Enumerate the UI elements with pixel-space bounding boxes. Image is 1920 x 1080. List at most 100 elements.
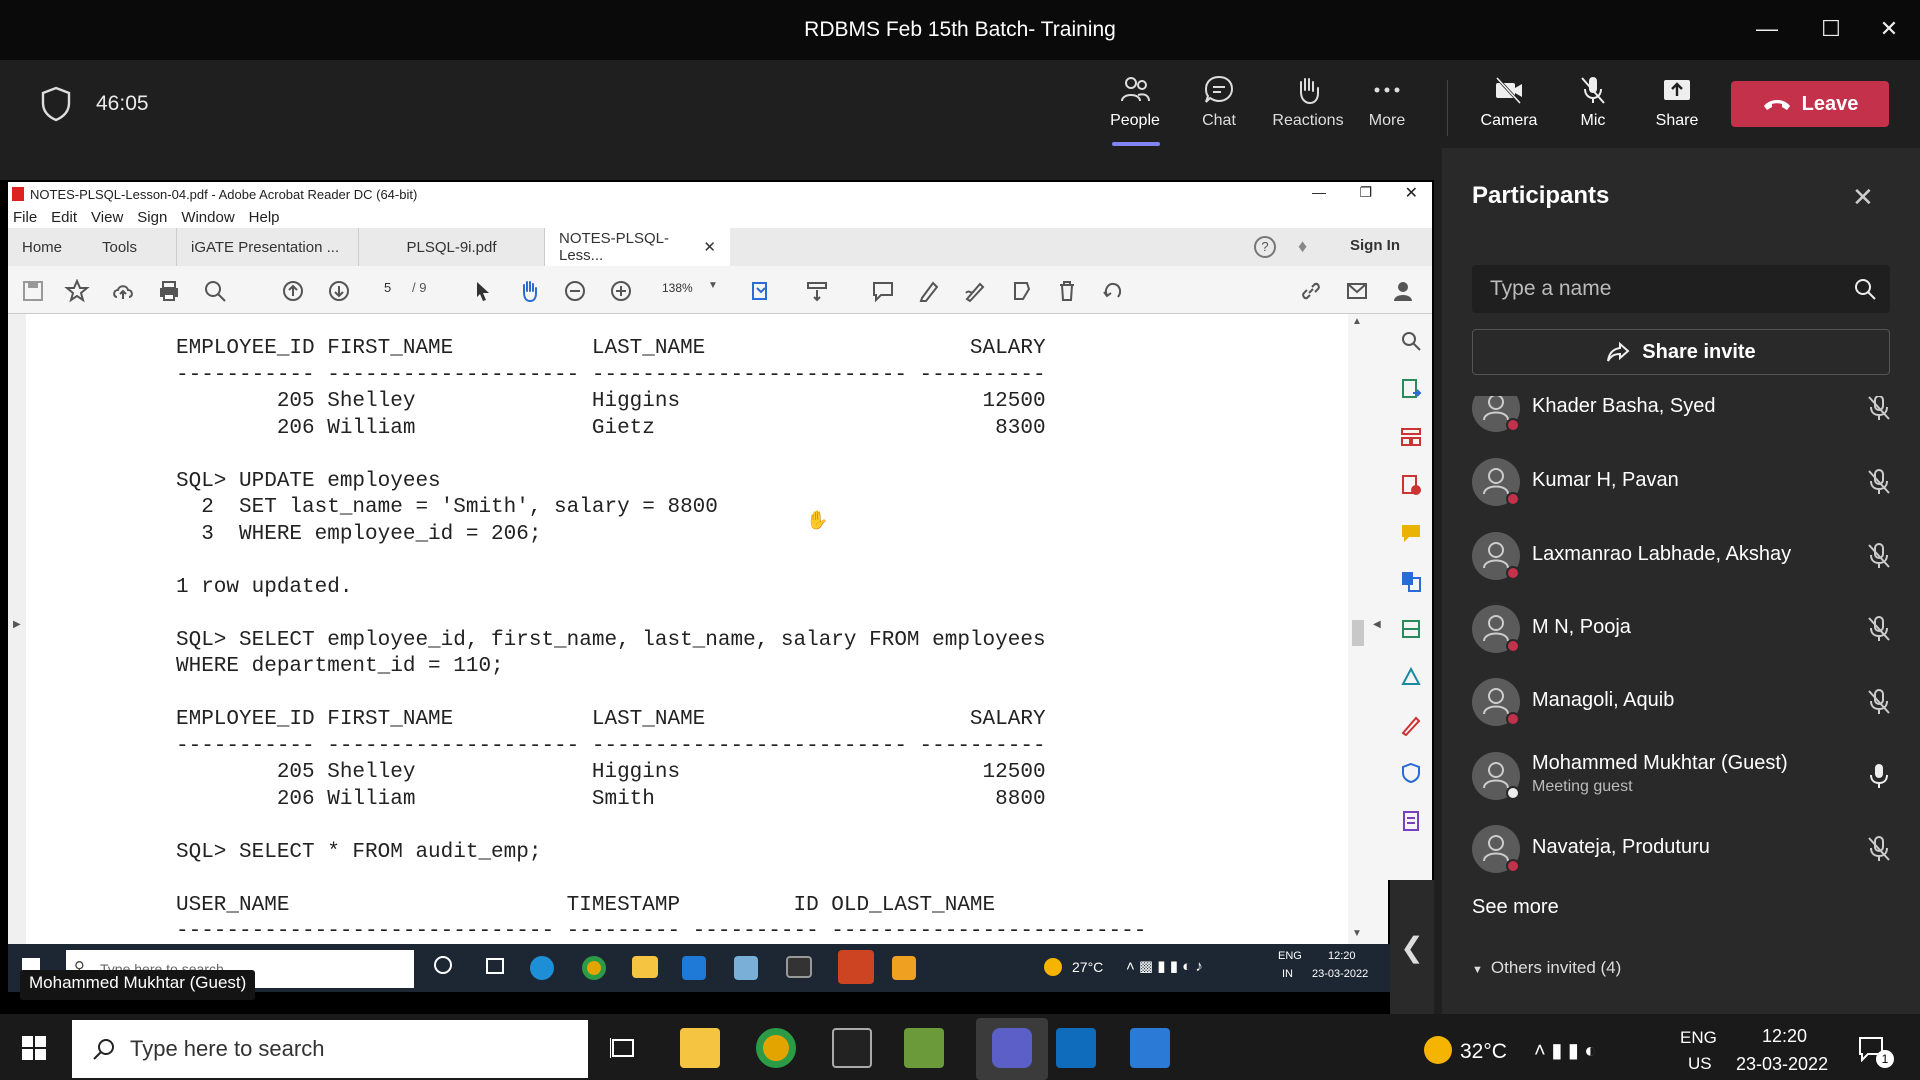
edge-icon[interactable] bbox=[530, 956, 554, 980]
cortana-icon[interactable] bbox=[434, 956, 452, 974]
tab-home[interactable]: Home bbox=[8, 228, 76, 266]
edit-pdf-icon[interactable] bbox=[1400, 618, 1422, 640]
see-more-link[interactable]: See more bbox=[1472, 896, 1559, 919]
participant-row[interactable]: Laxmanrao Labhade, Akshay bbox=[1472, 526, 1892, 586]
taskbar-search-box[interactable]: Type here to search bbox=[72, 1020, 588, 1078]
link-icon[interactable] bbox=[1298, 279, 1324, 303]
page-number-field[interactable]: 5 bbox=[384, 280, 391, 295]
undo-icon[interactable] bbox=[1100, 279, 1126, 303]
organize-pages-icon[interactable] bbox=[1400, 426, 1422, 448]
scroll-up-icon[interactable]: ▲ bbox=[1352, 316, 1362, 327]
file-explorer-icon[interactable] bbox=[632, 956, 658, 978]
participant-row[interactable]: M N, Pooja bbox=[1472, 599, 1892, 659]
others-invited-section[interactable]: ▼ Others invited (4) bbox=[1472, 958, 1621, 978]
file-explorer-icon[interactable] bbox=[680, 1028, 720, 1068]
inner-clock-time[interactable]: 12:20 bbox=[1328, 950, 1356, 962]
delete-icon[interactable] bbox=[1054, 279, 1080, 303]
more-button[interactable]: More bbox=[1348, 74, 1426, 142]
vscode-icon[interactable] bbox=[682, 956, 706, 980]
reactions-button[interactable]: Reactions bbox=[1264, 74, 1352, 142]
menu-file[interactable]: File bbox=[13, 209, 37, 226]
combine-files-icon[interactable] bbox=[1400, 570, 1422, 592]
tab-notes-active[interactable]: NOTES-PLSQL-Less... ✕ bbox=[544, 228, 730, 266]
inner-lang-1[interactable]: ENG bbox=[1278, 950, 1302, 962]
fill-sign-icon[interactable] bbox=[1400, 714, 1422, 736]
scroll-mode-icon[interactable] bbox=[804, 279, 830, 303]
zoom-in-icon[interactable] bbox=[608, 279, 634, 303]
mic-muted-icon[interactable] bbox=[1866, 688, 1892, 716]
fit-page-icon[interactable] bbox=[748, 279, 774, 303]
help-icon[interactable]: ? bbox=[1254, 236, 1276, 258]
zoom-search-icon[interactable] bbox=[202, 279, 228, 303]
tab-close-icon[interactable]: ✕ bbox=[703, 238, 716, 256]
tab-tools[interactable]: Tools bbox=[88, 228, 151, 266]
sign-pen-icon[interactable] bbox=[962, 279, 988, 303]
lang-2[interactable]: US bbox=[1688, 1054, 1712, 1074]
document-tool-icon[interactable] bbox=[1400, 810, 1422, 832]
tab-igate[interactable]: iGATE Presentation ... bbox=[176, 228, 358, 266]
inner-clock-date[interactable]: 23-03-2022 bbox=[1312, 968, 1368, 980]
highlight-pen-icon[interactable] bbox=[916, 279, 942, 303]
comment-tool-icon[interactable] bbox=[1400, 522, 1422, 544]
tab-plsql9i[interactable]: PLSQL-9i.pdf bbox=[358, 228, 544, 266]
acro-restore-icon[interactable]: ❐ bbox=[1359, 184, 1372, 201]
menu-sign[interactable]: Sign bbox=[137, 209, 167, 226]
mic-button[interactable]: Mic bbox=[1554, 74, 1632, 142]
acro-close-icon[interactable]: ✕ bbox=[1405, 183, 1418, 203]
select-pointer-icon[interactable] bbox=[470, 279, 496, 303]
acrobat-taskbar-icon[interactable] bbox=[838, 950, 874, 984]
maximize-icon[interactable]: ☐ bbox=[1812, 12, 1850, 46]
terminal-icon[interactable] bbox=[832, 1028, 872, 1068]
pdf-scrollbar[interactable]: ▲ ▼ bbox=[1348, 314, 1368, 944]
chrome-icon[interactable] bbox=[582, 956, 606, 980]
sign-in-link[interactable]: Sign In bbox=[1350, 237, 1400, 254]
participant-row[interactable]: Managoli, Aquib bbox=[1472, 672, 1892, 732]
stamp-icon[interactable] bbox=[1008, 279, 1034, 303]
right-pane-toggle[interactable]: ◀ bbox=[1368, 314, 1388, 944]
photos-icon[interactable] bbox=[1130, 1028, 1170, 1068]
zoom-out-icon[interactable] bbox=[562, 279, 588, 303]
account-icon[interactable] bbox=[1390, 279, 1416, 303]
camera-button[interactable]: Camera bbox=[1470, 74, 1548, 142]
participant-row[interactable]: Khader Basha, Syed bbox=[1472, 396, 1892, 438]
acro-minimize-icon[interactable]: — bbox=[1312, 184, 1326, 200]
share-button[interactable]: Share bbox=[1638, 74, 1716, 142]
task-view-icon[interactable] bbox=[610, 1036, 636, 1060]
lang-1[interactable]: ENG bbox=[1680, 1028, 1717, 1048]
share-invite-button[interactable]: Share invite bbox=[1472, 329, 1890, 375]
next-page-icon[interactable] bbox=[326, 279, 352, 303]
bell-icon[interactable]: ♦ bbox=[1298, 236, 1307, 257]
task-view-icon[interactable] bbox=[486, 958, 504, 974]
inner-lang-2[interactable]: IN bbox=[1282, 968, 1293, 980]
participant-row[interactable]: Kumar H, Pavan bbox=[1472, 452, 1892, 512]
prev-page-icon[interactable] bbox=[280, 279, 306, 303]
protect-icon[interactable] bbox=[1400, 762, 1422, 784]
people-button[interactable]: People bbox=[1096, 74, 1174, 142]
zoom-level-select[interactable]: 138% bbox=[662, 281, 693, 295]
windows-start-icon[interactable] bbox=[22, 1036, 46, 1060]
mic-muted-icon[interactable] bbox=[1866, 542, 1892, 570]
mic-muted-icon[interactable] bbox=[1866, 468, 1892, 496]
clock-time[interactable]: 12:20 bbox=[1762, 1026, 1807, 1047]
close-panel-icon[interactable]: ✕ bbox=[1852, 182, 1874, 213]
hand-tool-icon[interactable] bbox=[516, 279, 542, 303]
participant-row[interactable]: Mohammed Mukhtar (Guest) Meeting guest bbox=[1472, 746, 1892, 806]
mic-muted-icon[interactable] bbox=[1866, 615, 1892, 643]
leave-button[interactable]: Leave bbox=[1731, 81, 1889, 127]
menu-window[interactable]: Window bbox=[181, 209, 234, 226]
notepad-plus-icon[interactable] bbox=[904, 1028, 944, 1068]
chrome-icon[interactable] bbox=[756, 1028, 796, 1068]
mic-muted-icon[interactable] bbox=[1866, 835, 1892, 863]
menu-view[interactable]: View bbox=[91, 209, 123, 226]
send-review-icon[interactable] bbox=[1400, 666, 1422, 688]
bookmark-star-icon[interactable] bbox=[64, 279, 90, 303]
chevron-down-icon[interactable]: ▼ bbox=[708, 280, 718, 291]
email-icon[interactable] bbox=[1344, 279, 1370, 303]
terminal-icon[interactable] bbox=[786, 956, 812, 978]
participant-search-input[interactable]: Type a name bbox=[1472, 265, 1890, 313]
scroll-thumb[interactable] bbox=[1352, 620, 1364, 646]
clock-date[interactable]: 23-03-2022 bbox=[1736, 1054, 1828, 1075]
teams-icon[interactable] bbox=[992, 1028, 1032, 1068]
export-pdf-icon[interactable] bbox=[1400, 378, 1422, 400]
create-pdf-icon[interactable] bbox=[1400, 474, 1422, 496]
